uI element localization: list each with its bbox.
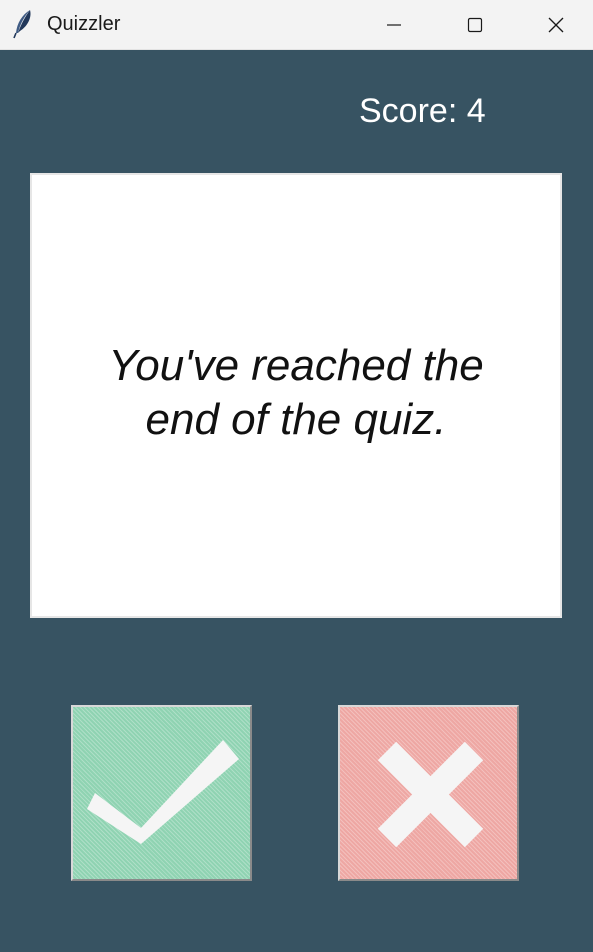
app-window: Quizzler Score: 4 You've reached the end… [0,0,593,952]
score-label: Score: 4 [359,92,486,130]
cross-icon [377,741,484,848]
close-button[interactable] [516,0,593,50]
window-title: Quizzler [47,13,121,35]
minimize-button[interactable] [354,0,434,50]
minimize-icon [387,24,401,26]
question-card: You've reached the end of the quiz. [30,173,562,618]
close-icon [548,17,564,33]
false-button[interactable] [338,705,519,881]
maximize-button[interactable] [435,0,515,50]
check-icon [87,740,239,844]
feather-icon [13,10,31,39]
title-bar[interactable]: Quizzler [0,0,593,50]
question-text: You've reached the end of the quiz. [108,340,484,444]
true-button[interactable] [71,705,252,881]
maximize-icon [467,17,483,33]
